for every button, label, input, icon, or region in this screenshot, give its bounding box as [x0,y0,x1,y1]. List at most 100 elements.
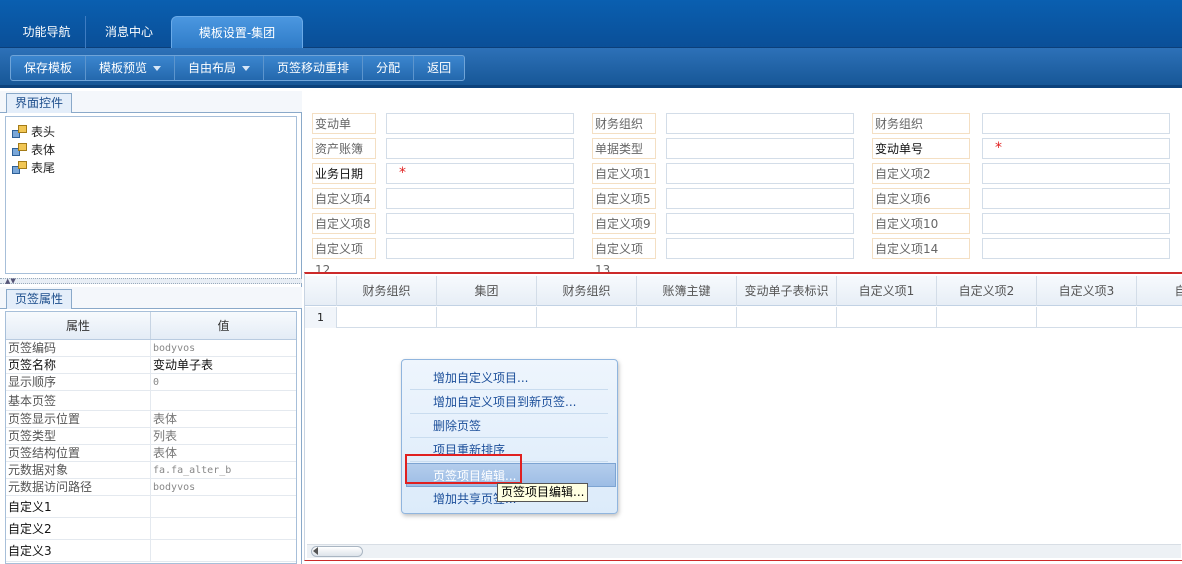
form-label: 资产账簿 [312,138,376,159]
property-row[interactable]: 页签编码 bodyvos [6,340,296,357]
property-key: 自定义3 [6,540,151,561]
menu-item-add-custom[interactable]: 增加自定义项目... [410,366,608,390]
form-field[interactable] [666,238,854,259]
tree-item-header[interactable]: 表头 [12,123,55,141]
tab-template-settings[interactable]: 模板设置-集团 [171,16,303,48]
assign-button[interactable]: 分配 [363,56,415,80]
tab-reorder-button[interactable]: 页签移动重排 [264,56,364,80]
save-template-button[interactable]: 保存模板 [11,56,87,80]
tree-item-body[interactable]: 表体 [12,141,55,159]
template-preview-button[interactable]: 模板预览 [86,56,176,80]
form-field[interactable] [982,113,1170,134]
tree-item-label: 表体 [31,143,56,157]
form-field[interactable] [982,163,1170,184]
form-field[interactable] [982,188,1170,209]
column-header[interactable]: 自定 [1137,276,1182,306]
property-value[interactable]: bodyvos [151,479,296,495]
property-value[interactable] [151,540,296,561]
form-field[interactable]: * [386,163,574,184]
property-value[interactable]: 表体 [151,411,296,427]
column-header[interactable]: 变动单子表标识 [737,276,837,306]
property-key: 页签类型 [6,428,151,444]
property-value[interactable]: 表体 [151,445,296,461]
form-field[interactable] [666,138,854,159]
menu-item-add-custom-new-tab[interactable]: 增加自定义项目到新页签... [410,390,608,414]
column-header[interactable]: 集团 [437,276,537,306]
property-row[interactable]: 自定义1 [6,496,296,518]
property-row[interactable]: 自定义2 [6,518,296,540]
form-field[interactable] [386,113,574,134]
form-field[interactable] [386,238,574,259]
form-field[interactable] [666,213,854,234]
node-icon [12,125,28,139]
table-row[interactable]: 1 [305,307,1182,328]
tab-message-center[interactable]: 消息中心 [90,16,168,48]
form-field[interactable] [982,213,1170,234]
form-field[interactable] [666,188,854,209]
free-layout-button[interactable]: 自由布局 [175,56,265,80]
table-cell[interactable] [1037,307,1137,328]
property-row[interactable]: 元数据访问路径 bodyvos [6,479,296,496]
property-value[interactable] [151,518,296,539]
table-cell[interactable] [837,307,937,328]
property-value[interactable] [151,496,296,517]
chevron-down-icon [242,66,251,71]
tab-tab-properties[interactable]: 页签属性 [6,289,73,309]
form-label: 自定义项1 [592,163,656,184]
table-cell[interactable] [337,307,437,328]
form-field[interactable] [666,163,854,184]
form-label: 自定义项2 [872,163,970,184]
property-value[interactable]: fa.fa_alter_b [151,462,296,478]
property-value[interactable]: 变动单子表 [151,357,296,373]
property-row[interactable]: 页签类型 列表 [6,428,296,445]
property-table-header: 属性 值 [6,312,296,340]
property-value[interactable]: bodyvos [151,340,296,356]
column-header[interactable]: 财务组织 [537,276,637,306]
column-header-value: 值 [217,319,230,333]
tab-ui-controls[interactable]: 界面控件 [6,93,73,113]
save-template-label: 保存模板 [24,61,73,75]
property-row[interactable]: 页签名称 变动单子表 [6,357,296,374]
scroll-thumb[interactable] [311,546,363,557]
property-value[interactable] [151,391,296,410]
property-row[interactable]: 自定义3 [6,540,296,562]
table-cell[interactable] [637,307,737,328]
form-field[interactable]: * [982,138,1170,159]
form-field[interactable] [386,213,574,234]
column-header[interactable]: 自定义项1 [837,276,937,306]
form-label: 自定义项5 [592,188,656,209]
property-row[interactable]: 显示顺序 0 [6,374,296,391]
table-cell[interactable] [737,307,837,328]
column-header[interactable]: 财务组织 [337,276,437,306]
tab-function-nav[interactable]: 功能导航 [8,16,86,48]
back-button[interactable]: 返回 [414,56,464,80]
property-row[interactable]: 基本页签 [6,391,296,411]
form-label: 自定义项10 [872,213,970,234]
table-cell[interactable] [1137,307,1182,328]
property-row[interactable]: 页签显示位置 表体 [6,411,296,428]
form-field[interactable] [982,238,1170,259]
property-row[interactable]: 元数据对象 fa.fa_alter_b [6,462,296,479]
scroll-left-icon[interactable] [313,547,318,555]
grid-header: 财务组织集团财务组织账簿主键变动单子表标识自定义项1自定义项2自定义项3自定 [305,276,1182,306]
column-header[interactable]: 自定义项3 [1037,276,1137,306]
column-header[interactable]: 账簿主键 [637,276,737,306]
property-value[interactable]: 0 [151,374,296,390]
tree-item-footer[interactable]: 表尾 [12,159,55,177]
panel-splitter[interactable]: ▲▼ [0,278,302,285]
column-header[interactable]: 自定义项2 [937,276,1037,306]
table-cell[interactable] [937,307,1037,328]
table-cell[interactable] [537,307,637,328]
horizontal-scrollbar[interactable] [307,544,1181,558]
form-field[interactable] [666,113,854,134]
back-label: 返回 [427,61,452,75]
form-field[interactable] [386,188,574,209]
form-field[interactable] [386,138,574,159]
table-cell[interactable] [437,307,537,328]
menu-item-delete-tab[interactable]: 删除页签 [410,414,608,438]
property-key: 页签结构位置 [6,445,151,461]
property-row[interactable]: 页签结构位置 表体 [6,445,296,462]
form-label: 变动单 [312,113,376,134]
toolbar-button-group: 保存模板 模板预览 自由布局 页签移动重排 分配 返回 [10,55,466,81]
property-value[interactable]: 列表 [151,428,296,444]
